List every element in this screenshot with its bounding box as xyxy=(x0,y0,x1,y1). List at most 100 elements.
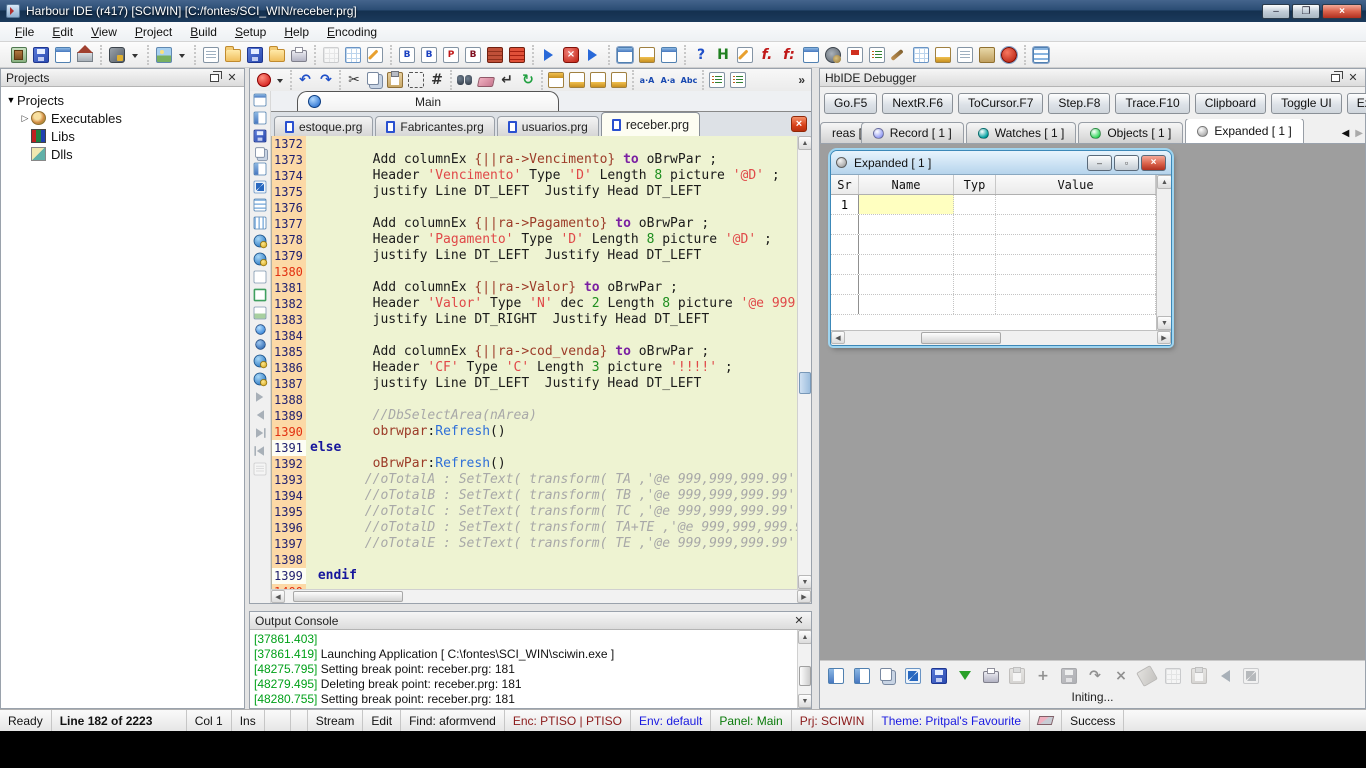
line-number[interactable]: 1387 xyxy=(272,376,306,392)
debugger-button-go-f5[interactable]: Go.F5 xyxy=(824,93,877,114)
cell-name[interactable] xyxy=(859,275,954,294)
duplicate-line-icon[interactable] xyxy=(569,72,585,88)
line-number[interactable]: 1393 xyxy=(272,472,306,488)
setup-icon[interactable] xyxy=(109,47,125,63)
reload-icon[interactable]: ↻ xyxy=(520,72,536,88)
dbg-split-left-icon[interactable] xyxy=(828,668,844,684)
debugger-button-exit[interactable]: Exit xyxy=(1347,93,1366,114)
line-number[interactable]: 1379 xyxy=(272,248,306,264)
line-number[interactable]: 1390 xyxy=(272,424,306,440)
web-zoom-in-icon[interactable] xyxy=(254,235,267,248)
functions-doc-icon[interactable]: f: xyxy=(781,47,797,63)
debugger-button-clipboard[interactable]: Clipboard xyxy=(1195,93,1266,114)
stream-select-icon[interactable]: # xyxy=(429,72,445,88)
paste-icon[interactable] xyxy=(387,72,403,88)
dbg-redo-icon[interactable]: ↷ xyxy=(1087,668,1103,684)
expander-closed-icon[interactable]: ▷ xyxy=(19,113,31,124)
new-file-icon[interactable] xyxy=(203,47,219,63)
cell-name[interactable] xyxy=(859,255,954,274)
menu-edit[interactable]: Edit xyxy=(43,23,82,41)
dbg-save-icon[interactable] xyxy=(931,668,947,684)
code-line[interactable]: 1391else xyxy=(272,440,797,456)
splitter-right[interactable] xyxy=(812,68,819,709)
line-number[interactable]: 1378 xyxy=(272,232,306,248)
code-line[interactable]: 1377 Add columnEx {||ra->Pagamento} to o… xyxy=(272,216,797,232)
column-header-typ[interactable]: Typ xyxy=(954,175,996,194)
build-icon[interactable]: B xyxy=(465,47,481,63)
console-vscroll-thumb[interactable] xyxy=(799,666,811,686)
scroll-up-icon[interactable]: ▲ xyxy=(798,136,811,150)
tab-scroll-left-icon[interactable]: ◀ xyxy=(1342,128,1350,139)
environments-icon[interactable] xyxy=(825,47,841,63)
table-row[interactable] xyxy=(831,215,1156,235)
window-stats-icon[interactable] xyxy=(639,47,655,63)
expanded-window-titlebar[interactable]: Expanded [ 1 ] – ▫ × xyxy=(831,151,1171,174)
code-line[interactable]: 1387 justify Line DT_LEFT Justify Head D… xyxy=(272,376,797,392)
dbg-fetch-icon[interactable] xyxy=(957,668,973,684)
code-line[interactable]: 1394 //oTotalB : SetText( transform( TB … xyxy=(272,488,797,504)
debugger-button-nextr-f6[interactable]: NextR.F6 xyxy=(882,93,953,114)
editor-hscroll-thumb[interactable] xyxy=(293,591,403,602)
expanded-window[interactable]: Expanded [ 1 ] – ▫ × SrNameTypValue1 ▲ ▼ xyxy=(830,150,1172,346)
expanded-restore-icon[interactable]: ▫ xyxy=(1114,155,1139,171)
window-editor-icon[interactable] xyxy=(617,47,633,63)
tree-item-executables[interactable]: ▷Executables xyxy=(1,109,244,127)
max-editor-icon[interactable] xyxy=(254,94,267,107)
mark2-icon[interactable] xyxy=(255,339,265,349)
file-tab-estoque-prg[interactable]: estoque.prg xyxy=(274,116,373,136)
menu-build[interactable]: Build xyxy=(181,23,226,41)
line-number[interactable]: 1377 xyxy=(272,216,306,232)
output-console-titlebar[interactable]: Output Console ✕ xyxy=(250,612,811,630)
show-panels-icon[interactable] xyxy=(55,47,71,63)
scroll-right-icon[interactable]: ▶ xyxy=(797,590,811,603)
code-line[interactable]: 1382 Header 'Valor' Type 'N' dec 2 Lengt… xyxy=(272,296,797,312)
debugger-icon[interactable] xyxy=(1001,47,1017,63)
dbg-add-watch-icon[interactable]: + xyxy=(1035,668,1051,684)
save-all-icon[interactable] xyxy=(33,47,49,63)
code-line[interactable]: 1390 obrwpar:Refresh() xyxy=(272,424,797,440)
minimize-button[interactable]: – xyxy=(1262,4,1290,19)
debugger-button-tocursor-f7[interactable]: ToCursor.F7 xyxy=(958,93,1043,114)
menu-project[interactable]: Project xyxy=(126,23,181,41)
pane-split-icon[interactable] xyxy=(254,307,267,320)
debugger-titlebar[interactable]: HbIDE Debugger ✕ xyxy=(820,69,1365,87)
line-number[interactable]: 1380 xyxy=(272,264,306,280)
debugger-float-icon[interactable] xyxy=(1331,74,1340,82)
dbg-expand-icon[interactable] xyxy=(905,668,921,684)
cell-name[interactable] xyxy=(859,235,954,254)
undo-icon[interactable]: ↶ xyxy=(297,72,313,88)
code-line[interactable]: 1379 justify Line DT_LEFT Justify Head D… xyxy=(272,248,797,264)
dbg-table-icon[interactable] xyxy=(1165,668,1181,684)
table-row[interactable] xyxy=(831,235,1156,255)
split-h-icon[interactable] xyxy=(254,112,267,125)
first-icon[interactable] xyxy=(254,445,267,458)
code-line[interactable]: 1378 Header 'Pagamento' Type 'D' Length … xyxy=(272,232,797,248)
dbg-back-icon[interactable] xyxy=(1217,668,1233,684)
debugger-close-icon[interactable]: ✕ xyxy=(1346,71,1360,85)
debugger-tab-record-1-[interactable]: Record [ 1 ] xyxy=(861,122,964,143)
backup-icon[interactable] xyxy=(979,47,995,63)
to-upper-icon[interactable]: a·A xyxy=(639,72,655,88)
themes-icon[interactable] xyxy=(156,47,172,63)
report-icon[interactable] xyxy=(957,47,973,63)
line-number[interactable]: 1397 xyxy=(272,536,306,552)
scroll-down-icon[interactable]: ▼ xyxy=(798,575,811,589)
debugger-tab-expanded-1-[interactable]: Expanded [ 1 ] xyxy=(1185,119,1303,143)
rows-icon[interactable] xyxy=(254,199,267,212)
redo-icon[interactable]: ↷ xyxy=(318,72,334,88)
database-icon[interactable] xyxy=(913,47,929,63)
expanded-scroll-down-icon[interactable]: ▼ xyxy=(1157,316,1171,330)
to-lower-icon[interactable]: A·a xyxy=(660,72,676,88)
next-icon[interactable] xyxy=(254,391,267,404)
line-number[interactable]: 1389 xyxy=(272,408,306,424)
pane-icon[interactable] xyxy=(254,271,267,284)
expanded-scroll-right-icon[interactable]: ▶ xyxy=(1157,331,1171,344)
console-scroll-down-icon[interactable]: ▼ xyxy=(798,694,811,708)
code-line[interactable]: 1383 justify Line DT_RIGHT Justify Head … xyxy=(272,312,797,328)
doc-dim-icon[interactable] xyxy=(254,463,267,476)
move-line-up-icon[interactable] xyxy=(548,72,564,88)
column-header-name[interactable]: Name xyxy=(859,175,954,194)
pane-green-icon[interactable] xyxy=(254,289,267,302)
line-number[interactable]: 1372 xyxy=(272,136,306,152)
prev-icon[interactable] xyxy=(254,409,267,422)
